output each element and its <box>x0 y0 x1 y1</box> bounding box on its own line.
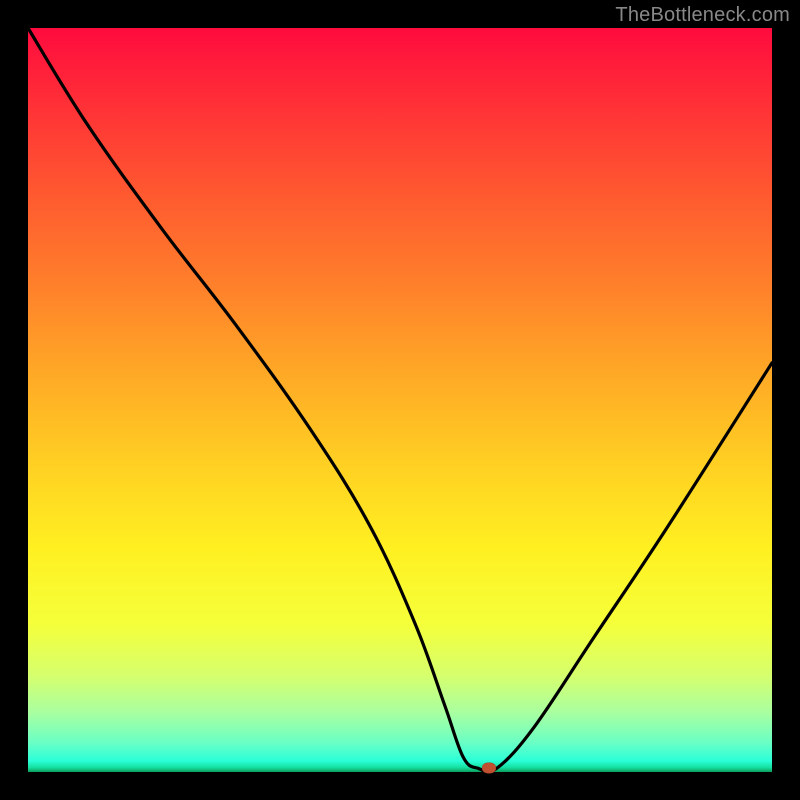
watermark-text: TheBottleneck.com <box>615 4 790 27</box>
optimum-marker <box>482 763 496 774</box>
chart-container: TheBottleneck.com <box>0 0 800 800</box>
bottleneck-curve-layer <box>28 28 772 772</box>
bottleneck-curve-path <box>28 28 772 772</box>
plot-area <box>28 28 772 772</box>
